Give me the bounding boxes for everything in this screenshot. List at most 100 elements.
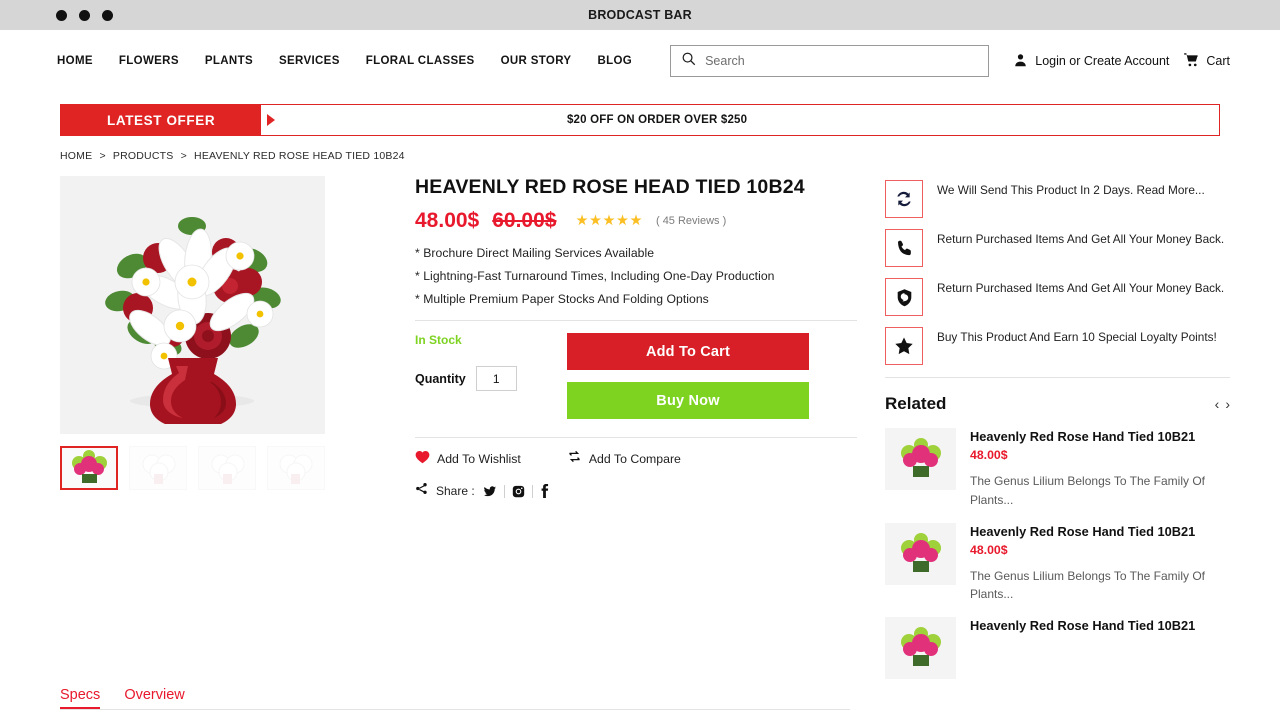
feature-text: Return Purchased Items And Get All Your … — [937, 278, 1224, 297]
facebook-icon[interactable] — [540, 484, 549, 498]
wishlist-label: Add To Wishlist — [437, 452, 521, 466]
stock-and-quantity: In Stock Quantity — [415, 333, 567, 419]
product-hero-image[interactable] — [60, 176, 325, 434]
nav-item-home[interactable]: HOME — [57, 55, 93, 67]
breadcrumb-separator: > — [99, 150, 105, 162]
shield-icon — [885, 278, 923, 316]
price-current: 48.00$ — [415, 209, 479, 233]
share-icon — [415, 482, 428, 500]
related-item-desc: The Genus Lilium Belongs To The Family O… — [970, 472, 1230, 508]
related-item-name: Heavenly Red Rose Hand Tied 10B21 — [970, 523, 1230, 540]
offer-arrow-icon — [267, 114, 275, 126]
related-title: Related — [885, 394, 946, 414]
phone-icon — [885, 229, 923, 267]
thumbnail-3[interactable] — [198, 446, 256, 490]
star-icon — [885, 327, 923, 365]
product-details-section: Specs Overview Product _Overview Lorem I… — [0, 679, 1280, 720]
cart-icon — [1183, 52, 1200, 71]
product-bullets: * Brochure Direct Mailing Services Avail… — [415, 242, 857, 310]
nav-item-blog[interactable]: BLOG — [597, 55, 632, 67]
quantity-row: Quantity — [415, 366, 567, 391]
divider — [415, 437, 857, 438]
add-to-cart-button[interactable]: Add To Cart — [567, 333, 809, 370]
instagram-icon[interactable] — [512, 485, 525, 498]
product-gallery — [60, 176, 325, 490]
feature-text: Buy This Product And Earn 10 Special Loy… — [937, 327, 1217, 346]
feature-returns-secure: Return Purchased Items And Get All Your … — [885, 278, 1230, 316]
related-arrows: ‹ › — [1215, 397, 1230, 411]
search-input[interactable] — [705, 54, 978, 68]
related-item-name: Heavenly Red Rose Hand Tied 10B21 — [970, 617, 1230, 634]
product-title: HEAVENLY RED ROSE HEAD TIED 10B24 — [415, 176, 857, 199]
window-title: BRODCAST BAR — [0, 8, 1280, 22]
breadcrumb-item-home[interactable]: HOME — [60, 150, 92, 162]
feature-text: We Will Send This Product In 2 Days. Rea… — [937, 180, 1205, 199]
related-item[interactable]: Heavenly Red Rose Hand Tied 10B21 48.00$… — [885, 428, 1230, 509]
nav-item-services[interactable]: SERVICES — [279, 55, 340, 67]
specs-table: Product _Overview Lorem Ipsum Dolor Sit … — [60, 709, 850, 720]
related-item-body: Heavenly Red Rose Hand Tied 10B21 48.00$… — [970, 523, 1230, 604]
divider — [885, 377, 1230, 378]
bullet-1: * Brochure Direct Mailing Services Avail… — [415, 242, 857, 265]
stock-status: In Stock — [415, 333, 567, 347]
search-box[interactable] — [670, 45, 989, 77]
related-item-image — [885, 523, 956, 585]
thumbnail-strip — [60, 446, 325, 490]
breadcrumb-item-products[interactable]: PRODUCTS — [113, 150, 174, 162]
rating-stars: ★★★★★ — [575, 213, 643, 229]
search-icon — [681, 51, 696, 71]
cart-link[interactable]: Cart — [1183, 52, 1230, 71]
related-next-icon[interactable]: › — [1225, 397, 1230, 411]
add-to-wishlist-button[interactable]: Add To Wishlist — [415, 450, 521, 469]
product-actions: Add To Wishlist Add To Compare — [415, 449, 857, 469]
account-label: Login or Create Account — [1035, 54, 1169, 68]
related-item-body: Heavenly Red Rose Hand Tied 10B21 48.00$… — [970, 428, 1230, 509]
related-item-image — [885, 617, 956, 679]
nav-item-plants[interactable]: PLANTS — [205, 55, 253, 67]
nav-item-floral-classes[interactable]: FLORAL CLASSES — [366, 55, 475, 67]
nav-item-our-story[interactable]: OUR STORY — [501, 55, 572, 67]
user-icon — [1013, 52, 1028, 71]
quantity-input[interactable] — [476, 366, 517, 391]
bullet-2: * Lightning-Fast Turnaround Times, Inclu… — [415, 265, 857, 288]
feature-text: Return Purchased Items And Get All Your … — [937, 229, 1224, 248]
cart-label: Cart — [1206, 54, 1230, 68]
offer-tag: LATEST OFFER — [61, 105, 261, 135]
add-to-compare-button[interactable]: Add To Compare — [567, 449, 681, 469]
related-item-price: 48.00$ — [970, 448, 1230, 462]
feature-shipping: We Will Send This Product In 2 Days. Rea… — [885, 180, 1230, 218]
product-info: HEAVENLY RED ROSE HEAD TIED 10B24 48.00$… — [325, 176, 885, 500]
window-titlebar: BRODCAST BAR — [0, 0, 1280, 30]
share-row: Share : — [415, 482, 857, 500]
account-link[interactable]: Login or Create Account — [1013, 52, 1169, 71]
latest-offer-banner: LATEST OFFER $20 OFF ON ORDER OVER $250 — [60, 104, 1220, 136]
related-item[interactable]: Heavenly Red Rose Hand Tied 10B21 — [885, 617, 1230, 679]
related-prev-icon[interactable]: ‹ — [1215, 397, 1220, 411]
breadcrumb-item-current: HEAVENLY RED ROSE HEAD TIED 10B24 — [194, 150, 405, 162]
share-icons — [483, 484, 549, 498]
related-item[interactable]: Heavenly Red Rose Hand Tied 10B21 48.00$… — [885, 523, 1230, 604]
bullet-3: * Multiple Premium Paper Stocks And Fold… — [415, 288, 857, 311]
share-divider — [532, 485, 533, 498]
compare-label: Add To Compare — [589, 452, 681, 466]
quantity-label: Quantity — [415, 372, 466, 386]
related-header: Related ‹ › — [885, 394, 1230, 414]
thumbnail-4[interactable] — [267, 446, 325, 490]
review-count[interactable]: ( 45 Reviews ) — [656, 215, 726, 227]
twitter-icon[interactable] — [483, 485, 497, 498]
thumbnail-1[interactable] — [60, 446, 118, 490]
detail-tabs: Specs Overview — [60, 687, 1230, 709]
thumbnail-2[interactable] — [129, 446, 187, 490]
exchange-icon — [885, 180, 923, 218]
product-main: HEAVENLY RED ROSE HEAD TIED 10B24 48.00$… — [0, 162, 1280, 679]
share-label: Share : — [436, 484, 475, 498]
buy-now-button[interactable]: Buy Now — [567, 382, 809, 419]
tab-overview[interactable]: Overview — [124, 687, 184, 709]
breadcrumb-separator: > — [181, 150, 187, 162]
site-header: HOME FLOWERS PLANTS SERVICES FLORAL CLAS… — [0, 30, 1280, 92]
price-original: 60.00$ — [492, 209, 556, 233]
nav-item-flowers[interactable]: FLOWERS — [119, 55, 179, 67]
price-row: 48.00$ 60.00$ ★★★★★ ( 45 Reviews ) — [415, 209, 857, 233]
spec-row: Product _Overview Lorem Ipsum Dolor Sit … — [60, 710, 850, 720]
tab-specs[interactable]: Specs — [60, 687, 100, 709]
